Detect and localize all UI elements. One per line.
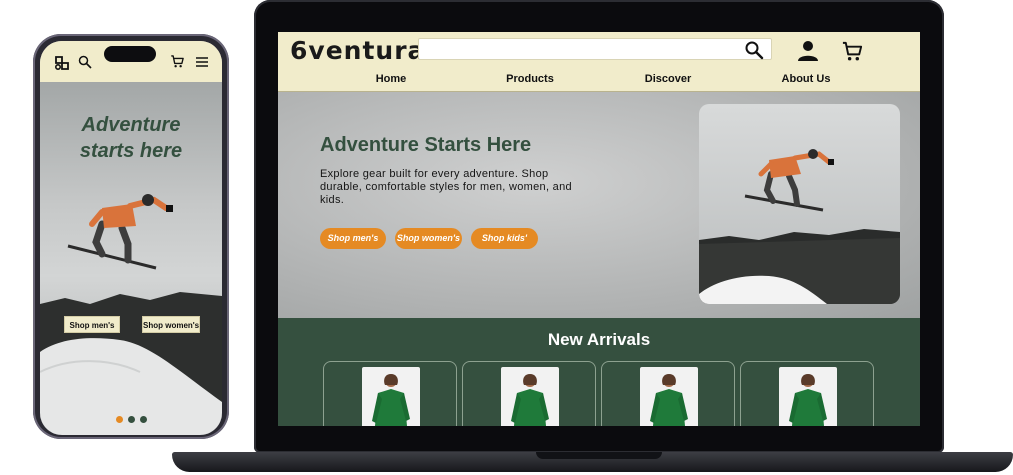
snowboarder-figure: [67, 194, 173, 270]
cart-icon[interactable]: [170, 54, 185, 69]
logo-icon[interactable]: [53, 54, 71, 72]
search-input[interactable]: [418, 38, 772, 60]
shop-womens-button[interactable]: Shop women's: [395, 228, 462, 249]
product-image: [640, 367, 698, 426]
hero-description: Explore gear built for every adventure. …: [320, 168, 572, 206]
search-icon[interactable]: [744, 40, 764, 60]
dynamic-island: [104, 46, 156, 62]
hero-title: Adventure Starts Here: [320, 134, 532, 156]
desktop-header: 6ventura: [278, 32, 920, 70]
menu-icon[interactable]: [195, 55, 209, 69]
mobile-hero-title-line2: starts here: [79, 140, 183, 162]
new-arrivals-title: New Arrivals: [547, 330, 651, 349]
nav-discover[interactable]: Discover: [645, 73, 691, 85]
nav-home[interactable]: Home: [376, 73, 407, 85]
mobile-hero: Adventure starts here Shop men's Shop wo…: [40, 82, 222, 435]
mobile-shop-womens-button[interactable]: Shop women's: [142, 316, 200, 333]
product-card[interactable]: [462, 361, 596, 426]
nav-products[interactable]: Products: [506, 73, 554, 85]
hero-photo: [699, 104, 900, 304]
hero-section: Adventure Starts Here Explore gear built…: [278, 92, 920, 318]
site-logo[interactable]: 6ventura: [290, 36, 425, 65]
carousel-dot-active[interactable]: [116, 416, 123, 423]
mobile-shop-mens-button[interactable]: Shop men's: [64, 316, 120, 333]
product-image: [362, 367, 420, 426]
mobile-hero-title: Adventure starts here: [40, 112, 222, 164]
carousel-dot[interactable]: [140, 416, 147, 423]
product-image: [779, 367, 837, 426]
user-icon[interactable]: [796, 39, 820, 63]
product-card[interactable]: [740, 361, 874, 426]
product-card[interactable]: [323, 361, 457, 426]
cart-icon[interactable]: [841, 40, 864, 63]
shop-mens-button[interactable]: Shop men's: [320, 228, 386, 249]
mobile-header: [40, 41, 222, 82]
laptop-notch: [536, 452, 662, 459]
nav-about-us[interactable]: About Us: [782, 73, 831, 85]
main-nav: Home Products Discover About Us: [278, 69, 920, 92]
search-icon[interactable]: [78, 55, 92, 69]
mobile-hero-title-line1: Adventure: [81, 114, 181, 136]
desktop-screen: 6ventura Home Products Discover About Us…: [278, 32, 920, 426]
mobile-screen: Adventure starts here Shop men's Shop wo…: [40, 41, 222, 435]
new-arrivals-section: New Arrivals: [278, 318, 920, 426]
product-card[interactable]: [601, 361, 735, 426]
carousel-dot[interactable]: [128, 416, 135, 423]
shop-kids-button[interactable]: Shop kids': [471, 228, 538, 249]
product-image: [501, 367, 559, 426]
